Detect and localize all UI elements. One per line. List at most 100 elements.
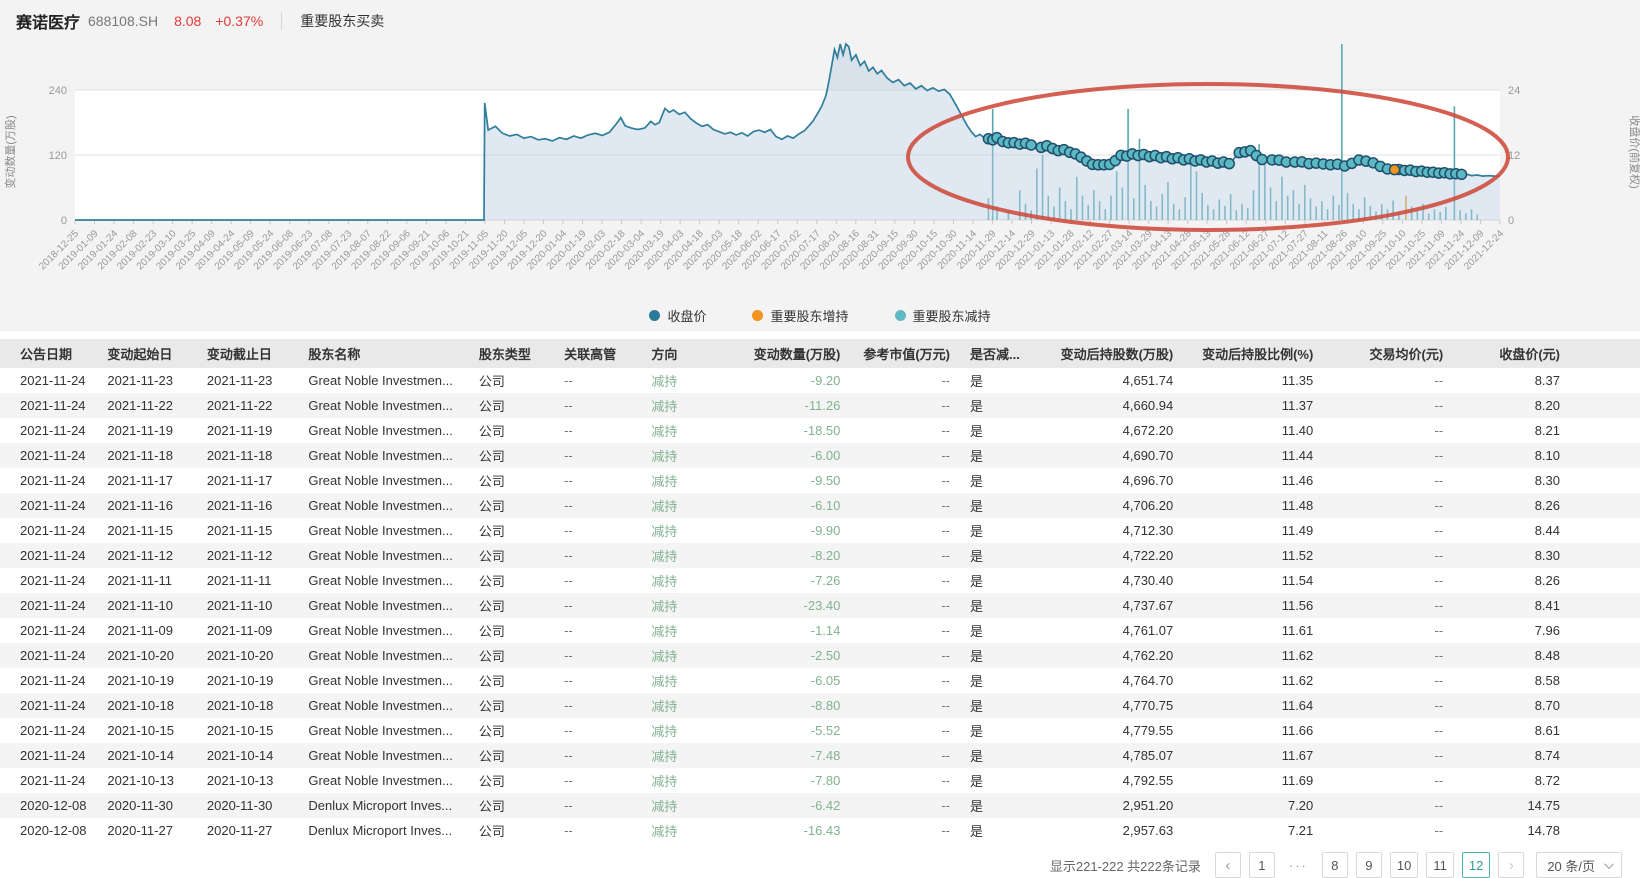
- cell-direction: 减持: [641, 668, 720, 693]
- cell-avg_price: --: [1323, 518, 1453, 543]
- top-bar: 赛诺医疗 688108.SH 8.08 +0.37% 重要股东买卖: [0, 0, 1640, 42]
- increase-marker: [1390, 165, 1400, 175]
- cell-related_exec: --: [554, 518, 641, 543]
- cell-close_price: 8.61: [1453, 718, 1640, 743]
- table-row[interactable]: 2021-11-242021-10-132021-10-13Great Nobl…: [0, 768, 1640, 793]
- legend-item-收盘价[interactable]: 收盘价: [649, 306, 706, 325]
- next-page-button[interactable]: ›: [1498, 852, 1524, 878]
- table-row[interactable]: 2020-12-082020-11-302020-11-30Denlux Mic…: [0, 793, 1640, 818]
- cell-is_reduce: 是: [960, 643, 1033, 668]
- table-row[interactable]: 2021-11-242021-11-192021-11-19Great Nobl…: [0, 418, 1640, 443]
- column-header-related_exec: 关联高管: [554, 339, 641, 368]
- holdings-chart[interactable]: 001201224024变动数量(万股)收盘价(前复权)2018-12-2520…: [0, 42, 1640, 294]
- legend-item-重要股东增持[interactable]: 重要股东增持: [752, 306, 848, 325]
- cell-announce_date: 2021-11-24: [0, 718, 97, 743]
- prev-page-button[interactable]: ‹: [1215, 852, 1241, 878]
- cell-close_price: 14.75: [1453, 793, 1640, 818]
- column-header-holder: 股东名称: [298, 339, 468, 368]
- page-button-12[interactable]: 12: [1462, 852, 1490, 878]
- table-row[interactable]: 2021-11-242021-11-222021-11-22Great Nobl…: [0, 393, 1640, 418]
- page-size-select[interactable]: 20 条/页: [1536, 852, 1622, 878]
- cell-end_date: 2021-10-18: [197, 693, 298, 718]
- cell-holder_type: 公司: [469, 818, 554, 843]
- table-row[interactable]: 2021-11-242021-10-142021-10-14Great Nobl…: [0, 743, 1640, 768]
- table-row[interactable]: 2021-11-242021-11-102021-11-10Great Nobl…: [0, 593, 1640, 618]
- cell-end_date: 2021-10-19: [197, 668, 298, 693]
- cell-close_price: 8.58: [1453, 668, 1640, 693]
- cell-is_reduce: 是: [960, 493, 1033, 518]
- table-row[interactable]: 2021-11-242021-10-152021-10-15Great Nobl…: [0, 718, 1640, 743]
- stock-price: 8.08: [174, 13, 201, 29]
- cell-start_date: 2021-10-20: [97, 643, 196, 668]
- page-button-8[interactable]: 8: [1322, 852, 1348, 878]
- holder-trades-table-wrap: 公告日期变动起始日变动截止日股东名称股东类型关联高管方向变动数量(万股)参考市值…: [0, 331, 1640, 843]
- cell-change_qty: -7.80: [721, 768, 851, 793]
- cell-close_price: 7.96: [1453, 618, 1640, 643]
- table-row[interactable]: 2021-11-242021-10-202021-10-20Great Nobl…: [0, 643, 1640, 668]
- right-axis-tick: 24: [1508, 85, 1520, 97]
- page-button-10[interactable]: 10: [1390, 852, 1418, 878]
- cell-holder_type: 公司: [469, 443, 554, 468]
- legend-item-重要股东减持[interactable]: 重要股东减持: [895, 306, 991, 325]
- table-row[interactable]: 2021-11-242021-10-192021-10-19Great Nobl…: [0, 668, 1640, 693]
- table-row[interactable]: 2020-12-082020-11-272020-11-27Denlux Mic…: [0, 818, 1640, 843]
- cell-ref_value: --: [850, 793, 960, 818]
- cell-avg_price: --: [1323, 443, 1453, 468]
- cell-avg_price: --: [1323, 368, 1453, 393]
- cell-avg_price: --: [1323, 818, 1453, 843]
- cell-ref_value: --: [850, 618, 960, 643]
- cell-shares_after: 4,779.55: [1033, 718, 1183, 743]
- cell-is_reduce: 是: [960, 768, 1033, 793]
- cell-is_reduce: 是: [960, 443, 1033, 468]
- cell-start_date: 2021-11-19: [97, 418, 196, 443]
- cell-start_date: 2021-10-13: [97, 768, 196, 793]
- page-button-1[interactable]: 1: [1249, 852, 1275, 878]
- tab-important-holder-trades[interactable]: 重要股东买卖: [300, 11, 384, 31]
- table-row[interactable]: 2021-11-242021-10-182021-10-18Great Nobl…: [0, 693, 1640, 718]
- cell-holder: Great Noble Investmen...: [298, 668, 468, 693]
- cell-end_date: 2021-11-15: [197, 518, 298, 543]
- cell-shares_after: 2,951.20: [1033, 793, 1183, 818]
- cell-related_exec: --: [554, 568, 641, 593]
- cell-announce_date: 2020-12-08: [0, 818, 97, 843]
- cell-pct_after: 11.69: [1183, 768, 1323, 793]
- cell-direction: 减持: [641, 643, 720, 668]
- table-row[interactable]: 2021-11-242021-11-182021-11-18Great Nobl…: [0, 443, 1640, 468]
- table-row[interactable]: 2021-11-242021-11-232021-11-23Great Nobl…: [0, 368, 1640, 393]
- stock-change-percent: +0.37%: [215, 13, 263, 29]
- cell-announce_date: 2021-11-24: [0, 543, 97, 568]
- cell-ref_value: --: [850, 543, 960, 568]
- cell-start_date: 2021-11-23: [97, 368, 196, 393]
- table-header-row: 公告日期变动起始日变动截止日股东名称股东类型关联高管方向变动数量(万股)参考市值…: [0, 339, 1640, 368]
- cell-change_qty: -11.26: [721, 393, 851, 418]
- column-header-start_date: 变动起始日: [97, 339, 196, 368]
- cell-is_reduce: 是: [960, 393, 1033, 418]
- cell-ref_value: --: [850, 768, 960, 793]
- page-ellipsis: ···: [1283, 852, 1314, 878]
- cell-announce_date: 2021-11-24: [0, 668, 97, 693]
- page-button-9[interactable]: 9: [1356, 852, 1382, 878]
- cell-avg_price: --: [1323, 493, 1453, 518]
- table-row[interactable]: 2021-11-242021-11-172021-11-17Great Nobl…: [0, 468, 1640, 493]
- table-row[interactable]: 2021-11-242021-11-092021-11-09Great Nobl…: [0, 618, 1640, 643]
- page-button-11[interactable]: 11: [1426, 852, 1454, 878]
- cell-avg_price: --: [1323, 593, 1453, 618]
- cell-direction: 减持: [641, 818, 720, 843]
- cell-start_date: 2021-11-16: [97, 493, 196, 518]
- cell-change_qty: -6.10: [721, 493, 851, 518]
- cell-holder: Great Noble Investmen...: [298, 568, 468, 593]
- table-row[interactable]: 2021-11-242021-11-152021-11-15Great Nobl…: [0, 518, 1640, 543]
- cell-shares_after: 4,672.20: [1033, 418, 1183, 443]
- table-row[interactable]: 2021-11-242021-11-162021-11-16Great Nobl…: [0, 493, 1640, 518]
- cell-is_reduce: 是: [960, 693, 1033, 718]
- cell-announce_date: 2021-11-24: [0, 618, 97, 643]
- table-row[interactable]: 2021-11-242021-11-122021-11-12Great Nobl…: [0, 543, 1640, 568]
- cell-shares_after: 4,792.55: [1033, 768, 1183, 793]
- table-row[interactable]: 2021-11-242021-11-112021-11-11Great Nobl…: [0, 568, 1640, 593]
- legend-dot-icon: [752, 310, 763, 321]
- cell-ref_value: --: [850, 468, 960, 493]
- column-header-pct_after: 变动后持股比例(%): [1183, 339, 1323, 368]
- cell-shares_after: 4,761.07: [1033, 618, 1183, 643]
- cell-change_qty: -7.48: [721, 743, 851, 768]
- cell-ref_value: --: [850, 668, 960, 693]
